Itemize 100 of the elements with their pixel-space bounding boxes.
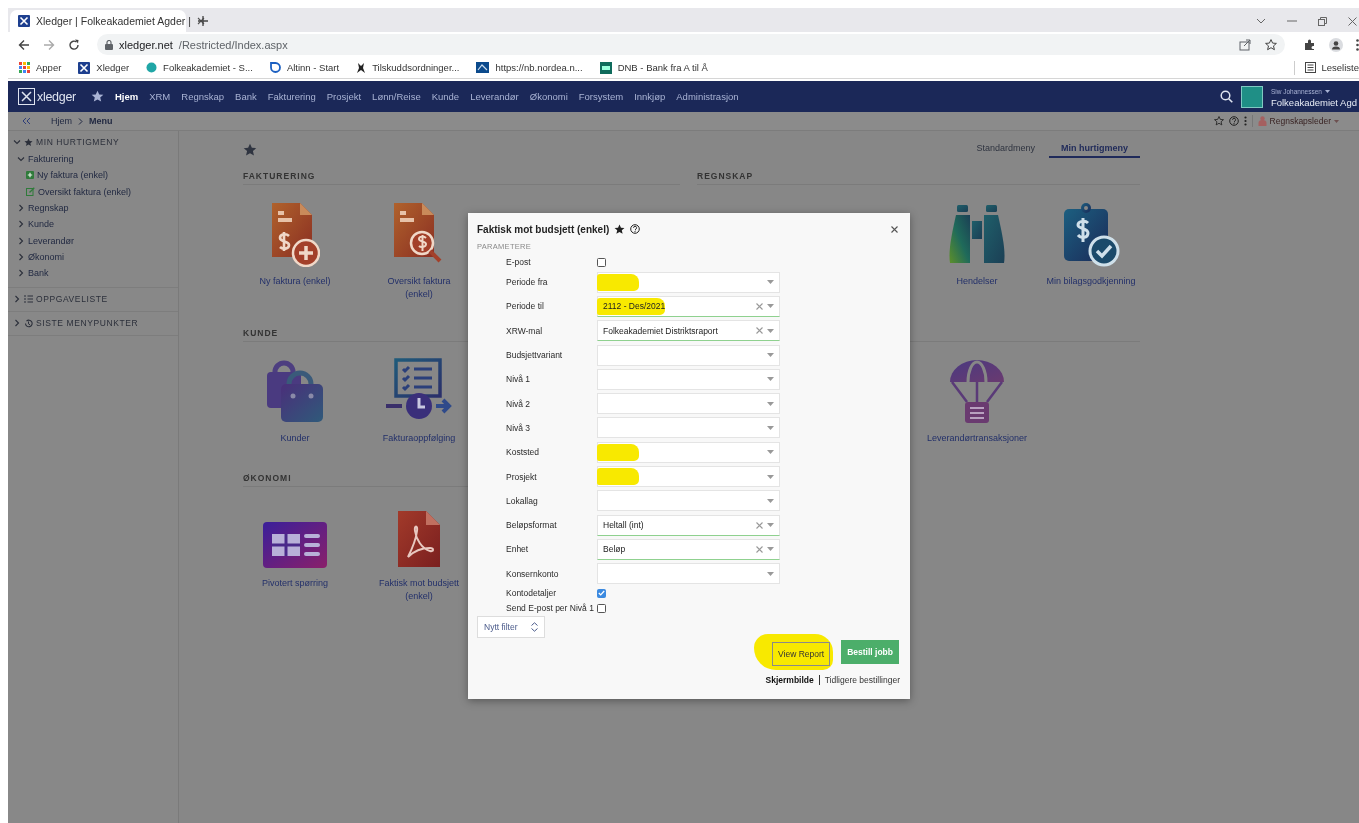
clear-icon[interactable] xyxy=(756,302,763,310)
star-outline-icon[interactable] xyxy=(1265,38,1277,51)
nav-item[interactable]: Leverandør xyxy=(470,91,519,102)
nav-item[interactable]: Kunde xyxy=(431,91,460,102)
tile-label[interactable]: Leverandørtransaksjoner xyxy=(926,432,1028,445)
select-field[interactable]: Folkeakademiet Distriktsraport xyxy=(597,320,780,342)
xledger-logo[interactable]: xledger xyxy=(18,88,76,105)
share-icon[interactable] xyxy=(1239,38,1251,51)
caret-icon xyxy=(767,498,774,503)
close-icon[interactable] xyxy=(1348,16,1357,26)
restore-icon[interactable] xyxy=(1318,16,1327,26)
star-outline-icon[interactable] xyxy=(1213,116,1224,126)
breadcrumb-link[interactable]: Hjem xyxy=(51,116,72,126)
select-field[interactable] xyxy=(597,368,780,390)
tree-item[interactable]: Regnskap xyxy=(17,199,178,217)
select-field[interactable]: 2112 - Des/2021 xyxy=(597,295,780,317)
select-field[interactable] xyxy=(597,563,780,585)
tile-label[interactable]: Faktisk mot budsjett (enkel) xyxy=(373,577,465,603)
select-field[interactable] xyxy=(597,393,780,415)
address-field[interactable]: xledger.net /Restricted/Index.aspx xyxy=(97,34,1285,55)
close-icon[interactable] xyxy=(891,225,898,233)
tree-item[interactable]: Fakturering xyxy=(17,151,178,168)
select-field[interactable] xyxy=(597,271,780,293)
tile-label[interactable]: Oversikt faktura (enkel) xyxy=(373,275,465,301)
star-icon[interactable] xyxy=(243,143,257,157)
bookmark[interactable]: Altinn - Start xyxy=(269,62,340,73)
star-icon[interactable] xyxy=(614,223,626,235)
bookmark[interactable]: Xledger xyxy=(78,61,130,74)
bookmark[interactable]: https://nb.nordea.n... xyxy=(476,62,583,73)
clear-icon[interactable] xyxy=(756,521,763,529)
nav-item[interactable]: Forsystem xyxy=(578,91,624,102)
clear-icon[interactable] xyxy=(756,545,763,553)
tree-item[interactable]: Økonomi xyxy=(17,248,178,266)
menu-link[interactable]: Ny faktura (enkel) xyxy=(26,167,178,184)
search-icon[interactable] xyxy=(1219,90,1233,103)
nav-item[interactable]: Lønn/Reise xyxy=(372,91,421,102)
tile-label[interactable]: Fakturaoppfølging xyxy=(382,432,456,445)
select-field[interactable] xyxy=(597,466,780,487)
profile-icon[interactable] xyxy=(1329,37,1343,52)
lock-icon xyxy=(105,39,113,50)
nav-item[interactable]: XRM xyxy=(149,91,171,102)
bookmark[interactable]: Apper xyxy=(19,62,62,73)
menu-section-header[interactable]: SISTE MENYPUNKTER xyxy=(13,317,178,330)
tree-item[interactable]: Bank xyxy=(17,265,178,282)
menu-link[interactable]: Oversikt faktura (enkel) xyxy=(26,183,178,200)
filter-select[interactable]: Nytt filter xyxy=(477,615,545,638)
menu-section-header[interactable]: OPPGAVELISTE xyxy=(13,293,178,306)
extensions-icon[interactable] xyxy=(1304,38,1316,51)
reload-icon[interactable] xyxy=(68,38,80,51)
caret-icon xyxy=(767,523,774,528)
more-icon[interactable] xyxy=(1356,38,1359,51)
tree-item[interactable]: Leverandør xyxy=(17,232,178,249)
select-field[interactable]: Heltall (int) xyxy=(597,514,780,536)
help-icon[interactable] xyxy=(630,224,641,234)
chevron-down-icon xyxy=(13,138,21,146)
field-label: Periode fra xyxy=(506,277,549,288)
nav-item[interactable]: Administrasjon xyxy=(676,91,739,102)
bookmark[interactable]: Tilskuddsordninger... xyxy=(356,61,460,74)
back-icon[interactable] xyxy=(18,38,30,51)
dialog-link[interactable]: Tidligere bestillinger xyxy=(824,674,900,685)
tile-label[interactable]: Kunder xyxy=(280,432,310,445)
select-field[interactable] xyxy=(597,417,780,439)
dialog-link[interactable]: Skjermbilde xyxy=(765,674,814,685)
role-menu[interactable]: Regnskapsleder xyxy=(1257,116,1339,126)
nav-item[interactable]: Regnskap xyxy=(181,91,225,102)
nav-item[interactable]: Bank xyxy=(235,91,257,102)
chevron-down-icon[interactable] xyxy=(1256,18,1266,24)
tile-label[interactable]: Pivotert spørring xyxy=(262,577,328,590)
select-field[interactable] xyxy=(597,441,780,463)
clear-icon[interactable] xyxy=(756,327,763,335)
chevron-right-icon xyxy=(78,117,83,125)
nav-item[interactable]: Hjem xyxy=(114,91,139,102)
checkbox[interactable] xyxy=(597,588,606,598)
view-report-button[interactable]: View Report xyxy=(772,641,831,666)
menu-section-header[interactable]: MIN HURTIGMENY xyxy=(13,136,178,148)
select-field[interactable] xyxy=(597,344,780,366)
tile-label[interactable]: Hendelser xyxy=(956,275,998,288)
bookmark[interactable]: Folkeakademiet - S... xyxy=(146,62,253,73)
menu-tab[interactable]: Standardmeny xyxy=(976,143,1035,158)
collapse-icon[interactable] xyxy=(22,117,31,125)
menu-tab[interactable]: Min hurtigmeny xyxy=(1049,143,1140,158)
star-icon[interactable] xyxy=(90,90,104,103)
tile-label[interactable]: Min bilagsgodkjenning xyxy=(1046,275,1136,288)
select-field[interactable] xyxy=(597,490,780,512)
more-icon[interactable] xyxy=(1243,116,1247,126)
new-tab-icon[interactable] xyxy=(198,16,208,26)
nav-item[interactable]: Fakturering xyxy=(267,91,316,102)
caret-icon xyxy=(767,353,774,358)
tree-item[interactable]: Kunde xyxy=(17,216,178,233)
nav-item[interactable]: Økonomi xyxy=(529,91,568,102)
section-title: FAKTURERING xyxy=(243,171,680,185)
nav-item[interactable]: Prosjekt xyxy=(326,91,362,102)
checkbox[interactable] xyxy=(597,257,606,267)
tile-label[interactable]: Ny faktura (enkel) xyxy=(259,275,331,288)
reading-list-button[interactable]: Leseliste xyxy=(1293,60,1359,75)
bookmark[interactable]: DNB - Bank fra A til Å xyxy=(599,61,708,74)
select-field[interactable]: Beløp xyxy=(597,538,780,560)
field-label: E-post xyxy=(506,257,532,267)
checkbox[interactable] xyxy=(597,603,606,613)
nav-item[interactable]: Innkjøp xyxy=(634,91,666,102)
